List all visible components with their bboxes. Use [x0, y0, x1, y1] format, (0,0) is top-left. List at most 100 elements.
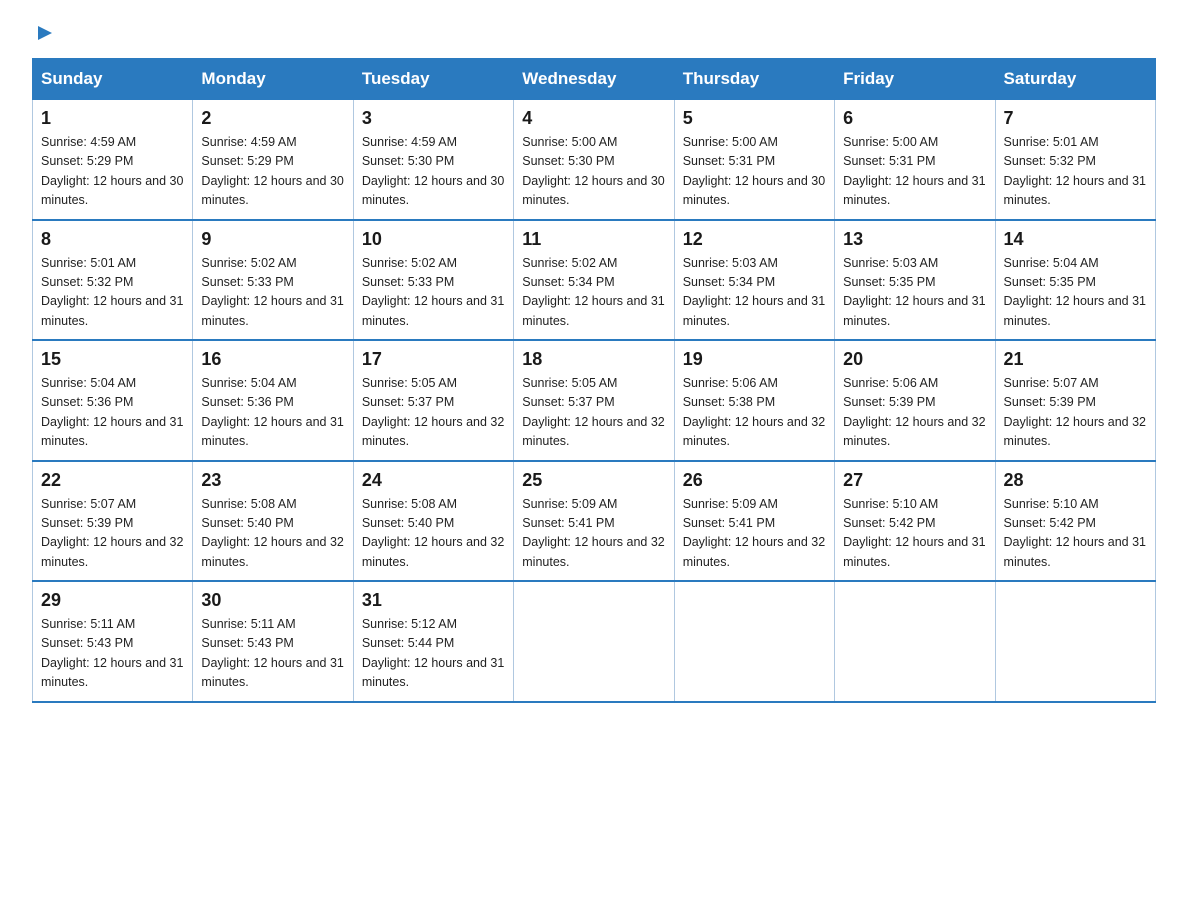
- calendar-cell: 30 Sunrise: 5:11 AMSunset: 5:43 PMDaylig…: [193, 581, 353, 702]
- day-info: Sunrise: 5:03 AMSunset: 5:34 PMDaylight:…: [683, 256, 825, 328]
- day-number: 25: [522, 470, 665, 491]
- day-info: Sunrise: 5:06 AMSunset: 5:39 PMDaylight:…: [843, 376, 985, 448]
- calendar-header: Sunday Monday Tuesday Wednesday Thursday…: [33, 59, 1156, 100]
- calendar-week-row: 22 Sunrise: 5:07 AMSunset: 5:39 PMDaylig…: [33, 461, 1156, 582]
- calendar-cell: 27 Sunrise: 5:10 AMSunset: 5:42 PMDaylig…: [835, 461, 995, 582]
- day-info: Sunrise: 5:11 AMSunset: 5:43 PMDaylight:…: [41, 617, 183, 689]
- day-info: Sunrise: 5:05 AMSunset: 5:37 PMDaylight:…: [362, 376, 504, 448]
- calendar-cell: 20 Sunrise: 5:06 AMSunset: 5:39 PMDaylig…: [835, 340, 995, 461]
- day-number: 15: [41, 349, 184, 370]
- col-thursday: Thursday: [674, 59, 834, 100]
- day-info: Sunrise: 5:04 AMSunset: 5:35 PMDaylight:…: [1004, 256, 1146, 328]
- calendar-cell: [995, 581, 1155, 702]
- day-info: Sunrise: 5:10 AMSunset: 5:42 PMDaylight:…: [843, 497, 985, 569]
- calendar-cell: 29 Sunrise: 5:11 AMSunset: 5:43 PMDaylig…: [33, 581, 193, 702]
- calendar-cell: 5 Sunrise: 5:00 AMSunset: 5:31 PMDayligh…: [674, 100, 834, 220]
- day-info: Sunrise: 5:04 AMSunset: 5:36 PMDaylight:…: [201, 376, 343, 448]
- day-number: 3: [362, 108, 505, 129]
- day-number: 22: [41, 470, 184, 491]
- day-info: Sunrise: 5:01 AMSunset: 5:32 PMDaylight:…: [1004, 135, 1146, 207]
- col-wednesday: Wednesday: [514, 59, 674, 100]
- calendar-cell: 22 Sunrise: 5:07 AMSunset: 5:39 PMDaylig…: [33, 461, 193, 582]
- day-number: 18: [522, 349, 665, 370]
- day-info: Sunrise: 4:59 AMSunset: 5:29 PMDaylight:…: [201, 135, 343, 207]
- day-info: Sunrise: 4:59 AMSunset: 5:29 PMDaylight:…: [41, 135, 183, 207]
- calendar-cell: 19 Sunrise: 5:06 AMSunset: 5:38 PMDaylig…: [674, 340, 834, 461]
- day-info: Sunrise: 5:00 AMSunset: 5:31 PMDaylight:…: [683, 135, 825, 207]
- day-info: Sunrise: 4:59 AMSunset: 5:30 PMDaylight:…: [362, 135, 504, 207]
- calendar-cell: 11 Sunrise: 5:02 AMSunset: 5:34 PMDaylig…: [514, 220, 674, 341]
- day-info: Sunrise: 5:03 AMSunset: 5:35 PMDaylight:…: [843, 256, 985, 328]
- day-number: 24: [362, 470, 505, 491]
- day-number: 7: [1004, 108, 1147, 129]
- calendar-cell: [674, 581, 834, 702]
- day-info: Sunrise: 5:11 AMSunset: 5:43 PMDaylight:…: [201, 617, 343, 689]
- col-sunday: Sunday: [33, 59, 193, 100]
- col-saturday: Saturday: [995, 59, 1155, 100]
- day-number: 9: [201, 229, 344, 250]
- day-info: Sunrise: 5:02 AMSunset: 5:33 PMDaylight:…: [362, 256, 504, 328]
- day-number: 14: [1004, 229, 1147, 250]
- day-number: 29: [41, 590, 184, 611]
- calendar-cell: 17 Sunrise: 5:05 AMSunset: 5:37 PMDaylig…: [353, 340, 513, 461]
- calendar-cell: 14 Sunrise: 5:04 AMSunset: 5:35 PMDaylig…: [995, 220, 1155, 341]
- calendar-cell: 10 Sunrise: 5:02 AMSunset: 5:33 PMDaylig…: [353, 220, 513, 341]
- day-number: 30: [201, 590, 344, 611]
- calendar-cell: 25 Sunrise: 5:09 AMSunset: 5:41 PMDaylig…: [514, 461, 674, 582]
- calendar-table: Sunday Monday Tuesday Wednesday Thursday…: [32, 58, 1156, 703]
- day-number: 19: [683, 349, 826, 370]
- header-row: Sunday Monday Tuesday Wednesday Thursday…: [33, 59, 1156, 100]
- day-info: Sunrise: 5:09 AMSunset: 5:41 PMDaylight:…: [522, 497, 664, 569]
- calendar-week-row: 8 Sunrise: 5:01 AMSunset: 5:32 PMDayligh…: [33, 220, 1156, 341]
- calendar-cell: 21 Sunrise: 5:07 AMSunset: 5:39 PMDaylig…: [995, 340, 1155, 461]
- calendar-cell: 18 Sunrise: 5:05 AMSunset: 5:37 PMDaylig…: [514, 340, 674, 461]
- page-header: [32, 24, 1156, 40]
- day-number: 13: [843, 229, 986, 250]
- calendar-cell: 2 Sunrise: 4:59 AMSunset: 5:29 PMDayligh…: [193, 100, 353, 220]
- calendar-week-row: 1 Sunrise: 4:59 AMSunset: 5:29 PMDayligh…: [33, 100, 1156, 220]
- calendar-week-row: 29 Sunrise: 5:11 AMSunset: 5:43 PMDaylig…: [33, 581, 1156, 702]
- calendar-cell: 26 Sunrise: 5:09 AMSunset: 5:41 PMDaylig…: [674, 461, 834, 582]
- calendar-cell: 4 Sunrise: 5:00 AMSunset: 5:30 PMDayligh…: [514, 100, 674, 220]
- calendar-cell: 13 Sunrise: 5:03 AMSunset: 5:35 PMDaylig…: [835, 220, 995, 341]
- day-number: 20: [843, 349, 986, 370]
- day-number: 21: [1004, 349, 1147, 370]
- calendar-body: 1 Sunrise: 4:59 AMSunset: 5:29 PMDayligh…: [33, 100, 1156, 702]
- day-number: 8: [41, 229, 184, 250]
- day-info: Sunrise: 5:02 AMSunset: 5:33 PMDaylight:…: [201, 256, 343, 328]
- day-number: 28: [1004, 470, 1147, 491]
- day-number: 5: [683, 108, 826, 129]
- day-number: 10: [362, 229, 505, 250]
- calendar-cell: 6 Sunrise: 5:00 AMSunset: 5:31 PMDayligh…: [835, 100, 995, 220]
- calendar-cell: 1 Sunrise: 4:59 AMSunset: 5:29 PMDayligh…: [33, 100, 193, 220]
- col-tuesday: Tuesday: [353, 59, 513, 100]
- logo: [32, 24, 56, 40]
- day-info: Sunrise: 5:04 AMSunset: 5:36 PMDaylight:…: [41, 376, 183, 448]
- day-number: 2: [201, 108, 344, 129]
- day-info: Sunrise: 5:02 AMSunset: 5:34 PMDaylight:…: [522, 256, 664, 328]
- calendar-cell: 9 Sunrise: 5:02 AMSunset: 5:33 PMDayligh…: [193, 220, 353, 341]
- col-friday: Friday: [835, 59, 995, 100]
- day-info: Sunrise: 5:07 AMSunset: 5:39 PMDaylight:…: [1004, 376, 1146, 448]
- calendar-cell: 23 Sunrise: 5:08 AMSunset: 5:40 PMDaylig…: [193, 461, 353, 582]
- calendar-cell: 24 Sunrise: 5:08 AMSunset: 5:40 PMDaylig…: [353, 461, 513, 582]
- day-number: 17: [362, 349, 505, 370]
- calendar-cell: 8 Sunrise: 5:01 AMSunset: 5:32 PMDayligh…: [33, 220, 193, 341]
- day-number: 6: [843, 108, 986, 129]
- day-number: 27: [843, 470, 986, 491]
- day-number: 26: [683, 470, 826, 491]
- calendar-cell: [514, 581, 674, 702]
- calendar-week-row: 15 Sunrise: 5:04 AMSunset: 5:36 PMDaylig…: [33, 340, 1156, 461]
- day-info: Sunrise: 5:07 AMSunset: 5:39 PMDaylight:…: [41, 497, 183, 569]
- day-info: Sunrise: 5:01 AMSunset: 5:32 PMDaylight:…: [41, 256, 183, 328]
- day-number: 16: [201, 349, 344, 370]
- calendar-cell: [835, 581, 995, 702]
- col-monday: Monday: [193, 59, 353, 100]
- logo-arrow-icon: [34, 22, 56, 44]
- calendar-cell: 28 Sunrise: 5:10 AMSunset: 5:42 PMDaylig…: [995, 461, 1155, 582]
- day-info: Sunrise: 5:08 AMSunset: 5:40 PMDaylight:…: [362, 497, 504, 569]
- day-info: Sunrise: 5:08 AMSunset: 5:40 PMDaylight:…: [201, 497, 343, 569]
- calendar-cell: 7 Sunrise: 5:01 AMSunset: 5:32 PMDayligh…: [995, 100, 1155, 220]
- calendar-cell: 15 Sunrise: 5:04 AMSunset: 5:36 PMDaylig…: [33, 340, 193, 461]
- day-info: Sunrise: 5:00 AMSunset: 5:31 PMDaylight:…: [843, 135, 985, 207]
